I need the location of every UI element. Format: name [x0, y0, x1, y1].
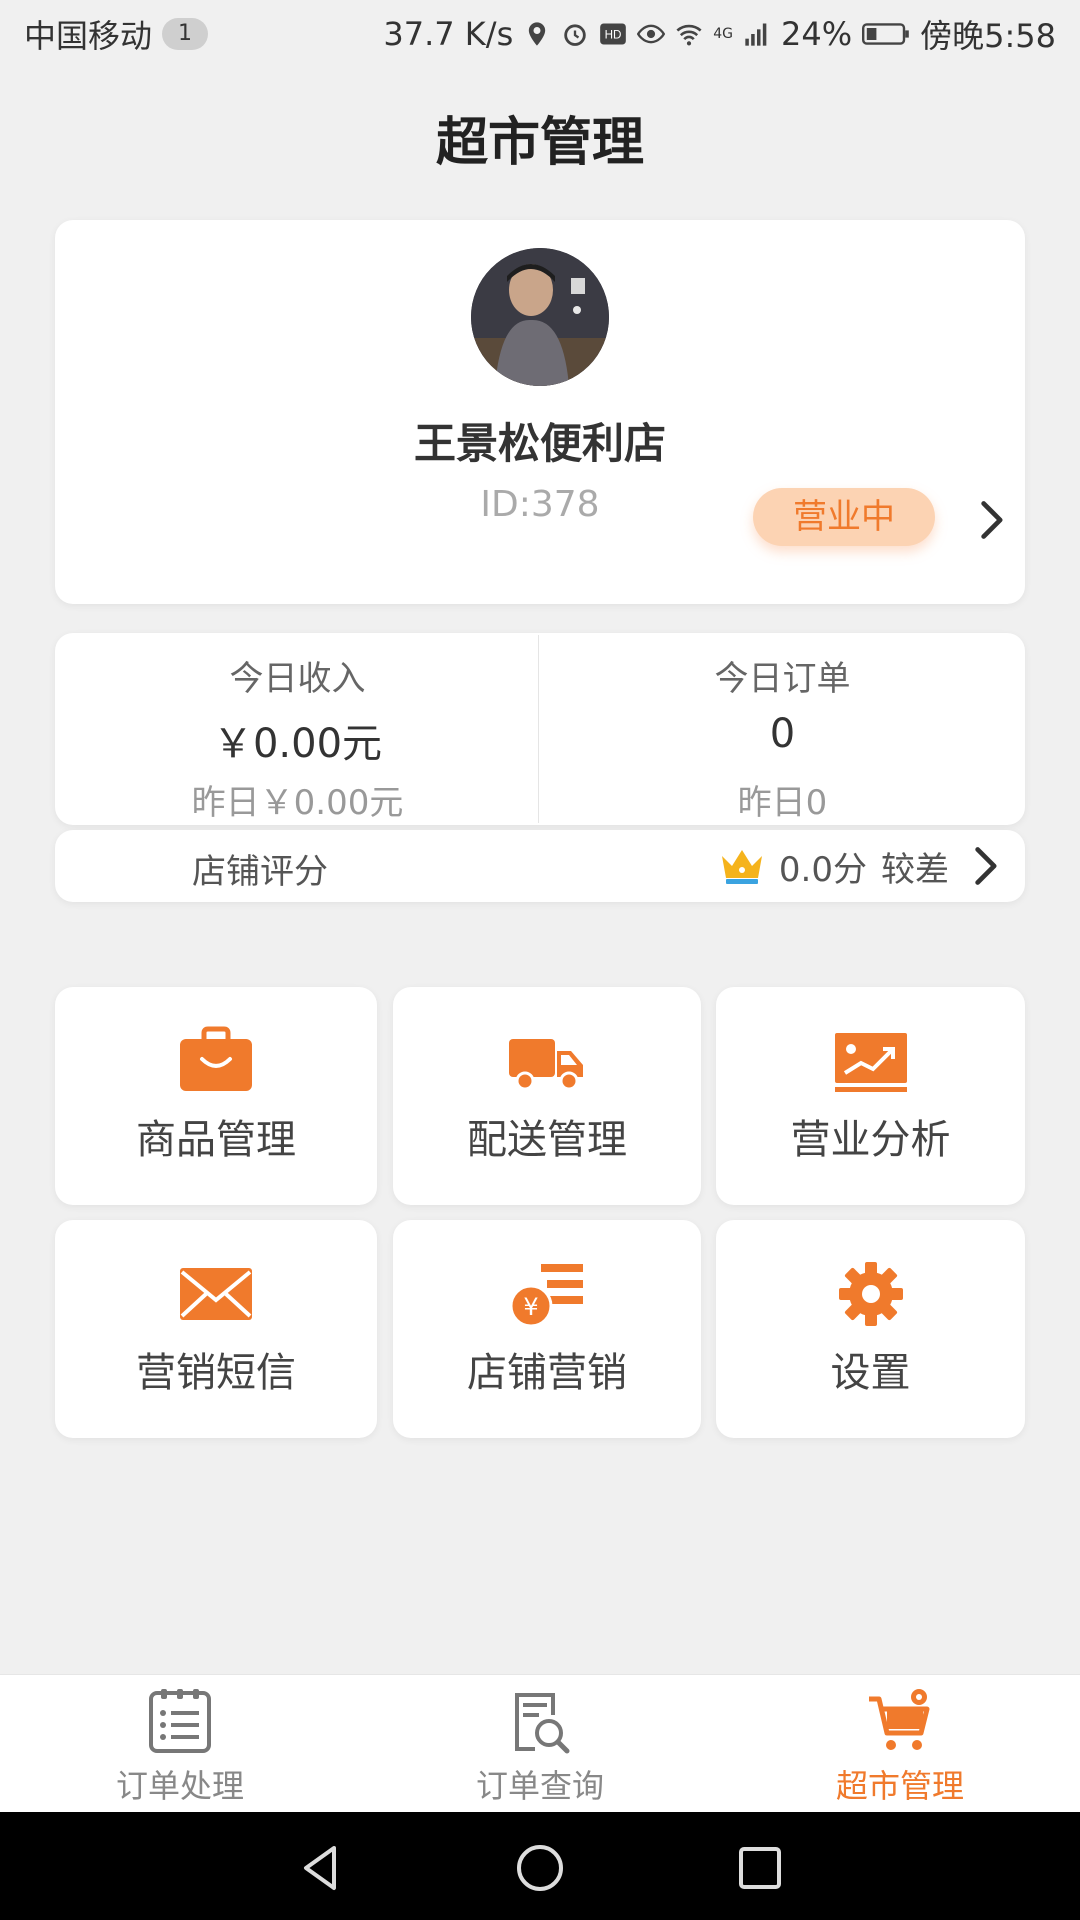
orders-value: 0: [769, 711, 796, 757]
carrier-label: 中国移动: [24, 17, 153, 55]
envelope-icon: [180, 1268, 252, 1320]
menu-marketing-sms[interactable]: 营销短信: [55, 1220, 377, 1438]
bottom-nav: 订单处理 订单查询 超市管理: [0, 1674, 1080, 1812]
menu-delivery-management[interactable]: 配送管理: [393, 987, 701, 1205]
clock: 傍晚5:58: [920, 17, 1056, 55]
cart-icon: [869, 1689, 930, 1750]
rating-summary: 0.0分 较差: [719, 838, 1007, 894]
orders-yesterday: 昨日0: [737, 783, 828, 823]
income-yesterday: 昨日￥0.00元: [191, 783, 404, 823]
tab-supermarket-management[interactable]: 超市管理: [720, 1675, 1080, 1813]
tab-order-query[interactable]: 订单查询: [360, 1675, 720, 1813]
svg-text:¥: ¥: [523, 1293, 538, 1321]
stat-divider: [538, 635, 539, 823]
avatar-image: [471, 248, 609, 386]
menu-settings[interactable]: 设置: [716, 1220, 1025, 1438]
menu-store-marketing[interactable]: ¥ 店铺营销: [393, 1220, 701, 1438]
status-right: 37.7 K/s HD 4G 24% 傍晚5:58: [383, 11, 1056, 57]
hd-icon: HD: [600, 23, 627, 45]
recents-icon[interactable]: [732, 1840, 788, 1896]
status-left: 中国移动 1: [24, 11, 209, 57]
wifi-icon: [676, 24, 702, 46]
coin-list-icon: ¥: [509, 1264, 583, 1328]
svg-text:HD: HD: [605, 29, 622, 42]
income-value: ￥0.00元: [212, 721, 383, 767]
daily-stats-card: 今日收入 ￥0.00元 昨日￥0.00元 今日订单 0 昨日0: [55, 633, 1025, 825]
briefcase-icon: [180, 1026, 252, 1091]
chart-icon: [834, 1033, 907, 1092]
back-icon[interactable]: [294, 1840, 350, 1896]
income-label: 今日收入: [229, 659, 366, 699]
menu-label: 配送管理: [467, 1117, 627, 1163]
order-list-icon: [149, 1689, 211, 1753]
store-status-badge[interactable]: 营业中: [753, 488, 935, 546]
chevron-right-icon[interactable]: [969, 498, 1013, 542]
signal-icon: [745, 23, 767, 46]
battery-percent: 24%: [781, 15, 853, 53]
status-bar: 中国移动 1 37.7 K/s HD 4G 24% 傍晚5:58: [0, 0, 1080, 68]
menu-business-analysis[interactable]: 营业分析: [716, 987, 1025, 1205]
menu-label: 商品管理: [136, 1117, 296, 1163]
battery-icon: [862, 23, 909, 45]
order-search-icon: [515, 1693, 570, 1754]
income-stat[interactable]: 今日收入 ￥0.00元 昨日￥0.00元: [55, 633, 540, 825]
store-rating-row[interactable]: 店铺评分 0.0分 较差: [55, 830, 1025, 902]
sim-badge: 1: [162, 18, 209, 50]
network-type: 4G: [713, 26, 733, 42]
nav-label: 超市管理: [835, 1767, 964, 1805]
page-title: 超市管理: [435, 113, 644, 173]
nav-label: 订单查询: [475, 1767, 604, 1805]
menu-label: 设置: [830, 1350, 911, 1396]
net-speed: 37.7 K/s: [383, 15, 514, 53]
tab-order-processing[interactable]: 订单处理: [0, 1675, 360, 1813]
gear-icon: [838, 1262, 903, 1326]
truck-icon: [509, 1039, 583, 1091]
chevron-right-icon[interactable]: [963, 844, 1007, 888]
crown-icon: [721, 850, 762, 884]
menu-product-management[interactable]: 商品管理: [55, 987, 377, 1205]
alarm-icon: [564, 24, 586, 46]
menu-label: 营销短信: [136, 1350, 296, 1396]
nav-label: 订单处理: [115, 1767, 244, 1805]
menu-label: 店铺营销: [467, 1350, 627, 1396]
rating-score: 0.0分: [778, 849, 867, 890]
store-name: 王景松便利店: [413, 419, 666, 468]
eye-icon: [637, 24, 666, 44]
system-nav-bar: [0, 1812, 1080, 1920]
rating-label: 店铺评分: [192, 852, 328, 892]
home-icon[interactable]: [512, 1840, 568, 1896]
location-icon: [529, 22, 546, 46]
store-profile-card[interactable]: 王景松便利店 ID:378 营业中: [55, 220, 1025, 604]
avatar: [471, 248, 609, 386]
orders-stat[interactable]: 今日订单 0 昨日0: [540, 633, 1025, 825]
menu-label: 营业分析: [790, 1117, 951, 1163]
orders-label: 今日订单: [714, 659, 851, 699]
rating-level: 较差: [881, 849, 949, 890]
